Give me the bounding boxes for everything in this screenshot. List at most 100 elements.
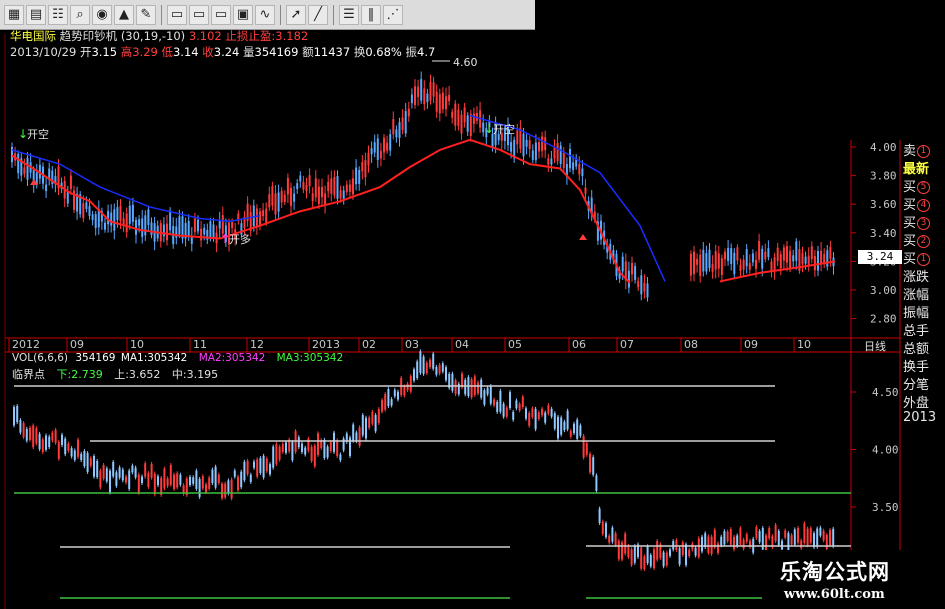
quote-item-label: 最新	[903, 162, 930, 177]
lower-bar-body	[80, 453, 83, 461]
candle-body	[550, 158, 553, 165]
quote-item[interactable]: 振幅	[903, 302, 945, 321]
x-tick-label: 04	[455, 338, 469, 351]
quote-item[interactable]: 换手	[903, 356, 945, 375]
lower-bar-body	[745, 534, 748, 542]
candle-body	[643, 282, 646, 292]
candle-body	[559, 145, 562, 165]
x-tick-label: 09	[744, 338, 758, 351]
lower-bar-body	[89, 458, 92, 466]
candle-body	[373, 142, 376, 153]
quote-item[interactable]: 涨跌	[903, 266, 945, 285]
lower-bar-body	[662, 552, 665, 567]
candle-body	[274, 193, 277, 215]
lower-bar-body	[758, 531, 761, 543]
candle-body	[693, 251, 695, 275]
candle-body	[138, 219, 141, 226]
quote-item[interactable]: 买2	[903, 230, 945, 249]
lower-bar-body	[358, 427, 361, 446]
lower-bar-body	[614, 533, 617, 546]
quote-item[interactable]: 买1	[903, 248, 945, 267]
quote-item-label: 总额	[903, 342, 930, 357]
lower-bar-body	[198, 479, 201, 497]
lower-bar-body	[569, 430, 572, 437]
quote-item[interactable]: 总额	[903, 338, 945, 357]
quote-item[interactable]: 总手	[903, 320, 945, 339]
candle-body	[283, 194, 286, 202]
candle-body	[522, 133, 525, 157]
y-tick-label: 3.80	[870, 170, 897, 183]
lower-bar-body	[464, 379, 467, 395]
candle-body	[730, 248, 733, 264]
quote-item-label: 振幅	[903, 306, 930, 321]
lower-bar-body	[169, 464, 172, 485]
vol-value: 354169	[75, 352, 115, 364]
lower-bar-body	[627, 545, 630, 558]
lower-bar-body	[675, 540, 678, 551]
up-label: 上:3.652	[114, 368, 160, 381]
quote-item[interactable]: 买3	[903, 212, 945, 231]
lower-bar-body	[589, 453, 591, 473]
lower-bar-body	[310, 446, 313, 461]
lower-bar-body	[57, 441, 60, 459]
lower-bar-body	[665, 552, 668, 566]
lower-bar-body	[685, 544, 687, 566]
candle-body	[348, 184, 351, 192]
candle-body	[516, 130, 519, 145]
quote-item[interactable]: 外盘	[903, 392, 945, 411]
x-tick-label: 10	[130, 338, 144, 351]
quote-item[interactable]: 分笔	[903, 374, 945, 393]
candle-body	[11, 146, 13, 163]
candle-body	[317, 186, 320, 204]
lower-bar-body	[25, 428, 28, 441]
candle-body	[200, 228, 203, 241]
candle-body	[364, 160, 367, 178]
lower-bar-body	[377, 409, 380, 423]
candle-body	[221, 215, 224, 234]
quote-item[interactable]: 买4	[903, 194, 945, 213]
candle-body	[804, 256, 807, 264]
quote-item[interactable]: 2013	[903, 410, 945, 425]
lower-bar-body	[365, 417, 367, 439]
lower-bar-body	[681, 542, 684, 556]
lower-bar-body	[86, 453, 89, 472]
down-label: 下:2.739	[57, 368, 103, 381]
lower-bar-body	[777, 530, 780, 546]
candle-body	[627, 270, 630, 288]
candle-body	[469, 113, 472, 136]
x-tick-label: 12	[250, 338, 264, 351]
quote-item[interactable]: 最新	[903, 158, 945, 177]
quote-item[interactable]: 卖1	[903, 140, 945, 159]
candle-body	[395, 129, 398, 138]
lower-bar-body	[406, 383, 409, 391]
lower-bar-body	[704, 533, 707, 548]
lower-bar-body	[774, 524, 777, 542]
candle-body	[367, 152, 370, 166]
watermark-url: www.60lt.com	[784, 587, 885, 602]
ma3-label: MA3:305342	[277, 352, 344, 364]
lower-bar-body	[729, 529, 732, 545]
candle-body	[23, 167, 26, 174]
candle-body	[212, 224, 215, 239]
candle-body	[578, 163, 581, 175]
candle-body	[231, 222, 234, 229]
candle-body	[779, 254, 782, 269]
candle-body	[736, 247, 739, 261]
candle-body	[445, 96, 447, 110]
lower-bar-body	[521, 396, 524, 407]
x-tick-label: 10	[797, 338, 811, 351]
candle-body	[826, 250, 829, 267]
lower-bar-body	[339, 454, 342, 461]
candle-body	[193, 218, 196, 232]
quote-item[interactable]: 涨幅	[903, 284, 945, 303]
lower-bar-body	[93, 456, 95, 477]
candle-body	[528, 140, 531, 150]
kline-chart[interactable]: ↓开空↑开多↓开空 4.60 日线 VOL(6,6,6) 354169 MA1:…	[0, 0, 945, 609]
lower-bar-body	[361, 415, 364, 436]
candle-body	[792, 255, 795, 262]
candle-body	[547, 158, 550, 165]
lower-bar-body	[595, 475, 598, 491]
lower-bar-body	[598, 508, 601, 524]
quote-item[interactable]: 买5	[903, 176, 945, 195]
lower-bar-body	[477, 382, 479, 394]
